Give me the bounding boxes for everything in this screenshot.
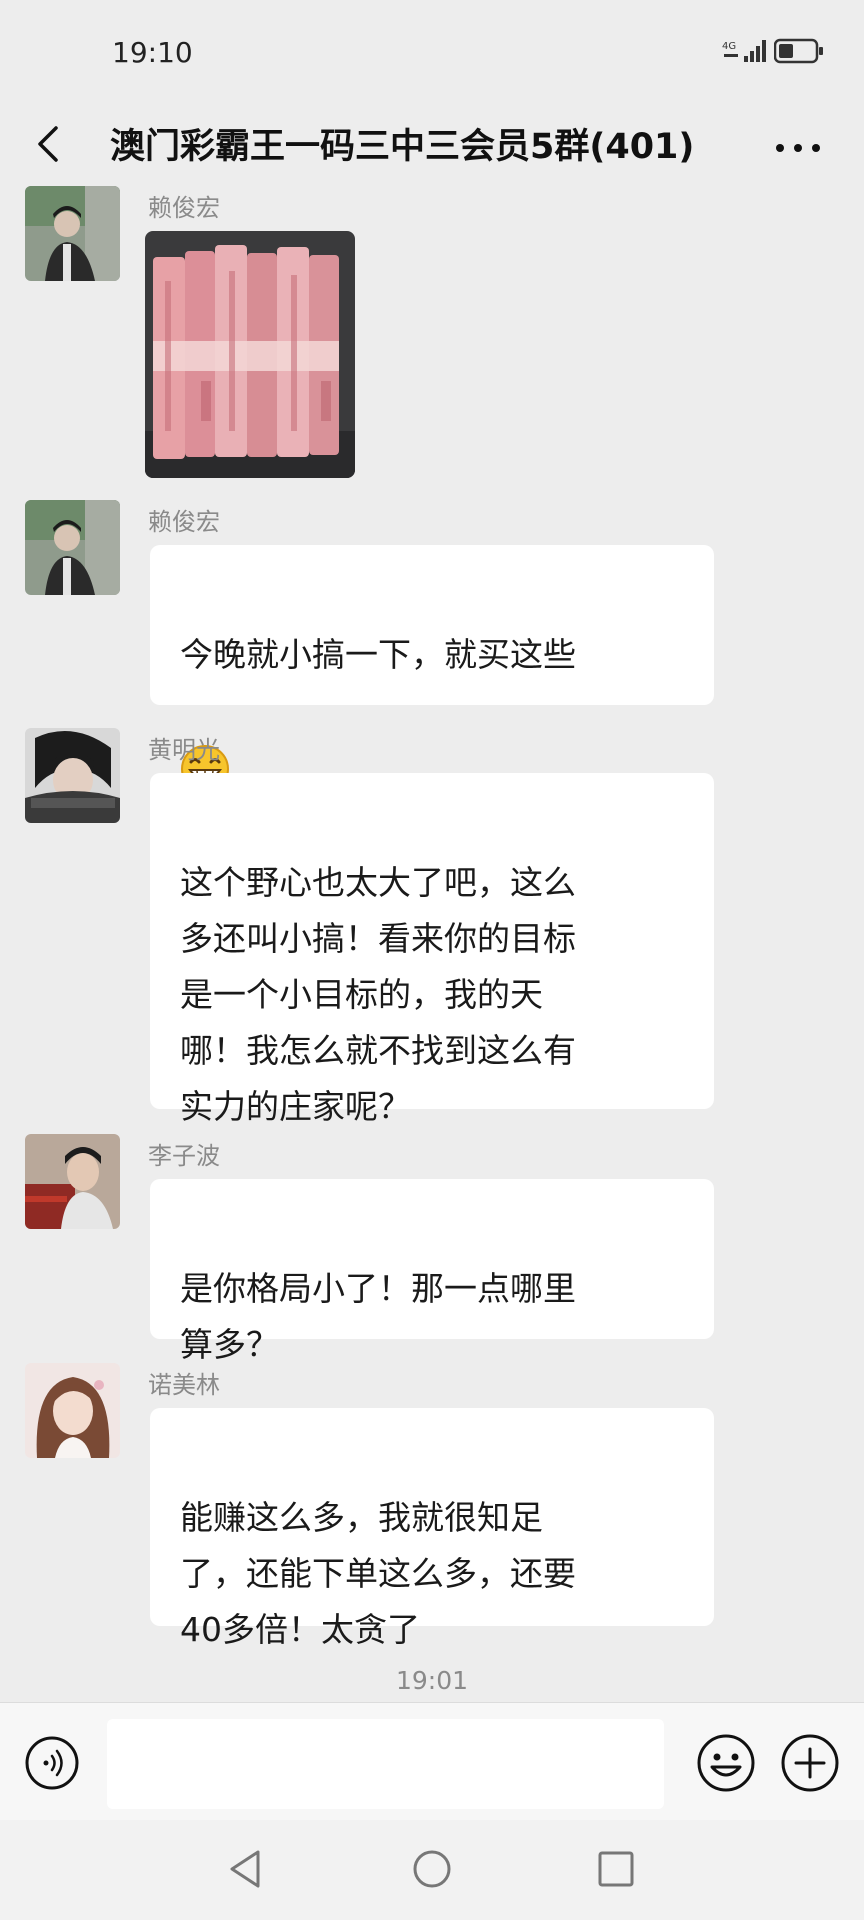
emoji-icon[interactable] <box>696 1733 756 1793</box>
network-type: 4G <box>722 41 736 52</box>
voice-icon[interactable] <box>24 1735 80 1791</box>
message-bubble[interactable]: 这个野心也太大了吧，这么 多还叫小搞！看来你的目标 是一个小目标的，我的天 哪！… <box>150 773 714 1126</box>
nav-recent-apps-icon[interactable] <box>592 1844 640 1894</box>
message-bubble[interactable]: 能赚这么多，我就很知足 了，还能下单这么多，还要 40多倍！太贪了 <box>150 1408 714 1649</box>
sender-name: 诺美林 <box>148 1371 220 1399</box>
battery-icon <box>774 38 823 64</box>
message-input[interactable] <box>107 1719 664 1809</box>
message-bubble[interactable]: 今晚就小搞一下，就买这些 <box>150 545 714 793</box>
avatar[interactable] <box>25 1134 120 1229</box>
message-bubble[interactable]: 是你格局小了！那一点哪里 算多？ <box>150 1179 714 1364</box>
message-text: 是你格局小了！那一点哪里 算多？ <box>180 1269 576 1364</box>
sender-name: 赖俊宏 <box>148 508 220 536</box>
chevron-left-icon[interactable] <box>28 114 68 174</box>
sender-name: 李子波 <box>148 1142 220 1170</box>
chat-timestamp: 19:01 <box>395 1666 469 1695</box>
more-dots-icon[interactable] <box>768 114 828 174</box>
input-bar <box>0 1702 864 1821</box>
message-text: 这个野心也太大了吧，这么 多还叫小搞！看来你的目标 是一个小目标的，我的天 哪！… <box>180 863 576 1126</box>
chat-title: 澳门彩霸王一码三中三会员5群(401) <box>110 127 695 167</box>
message-text: 今晚就小搞一下，就买这些 <box>180 635 576 674</box>
avatar[interactable] <box>25 728 120 823</box>
sender-name: 黄明光 <box>148 736 220 764</box>
message-text: 能赚这么多，我就很知足 了，还能下单这么多，还要 40多倍！太贪了 <box>180 1498 576 1649</box>
nav-home-icon[interactable] <box>408 1844 456 1894</box>
avatar[interactable] <box>25 1363 120 1458</box>
navigation-bar <box>0 1820 864 1920</box>
status-bar: 19:10 4G <box>0 0 864 100</box>
avatar[interactable] <box>25 500 120 595</box>
plus-icon[interactable] <box>780 1733 840 1793</box>
title-bar: 澳门彩霸王一码三中三会员5群(401) <box>0 100 864 190</box>
signal-icon: 4G <box>722 40 766 62</box>
avatar[interactable] <box>25 186 120 281</box>
message-image[interactable] <box>145 231 355 478</box>
sender-name: 赖俊宏 <box>148 194 220 222</box>
status-time: 19:10 <box>112 36 193 69</box>
nav-back-icon[interactable] <box>224 1844 268 1894</box>
